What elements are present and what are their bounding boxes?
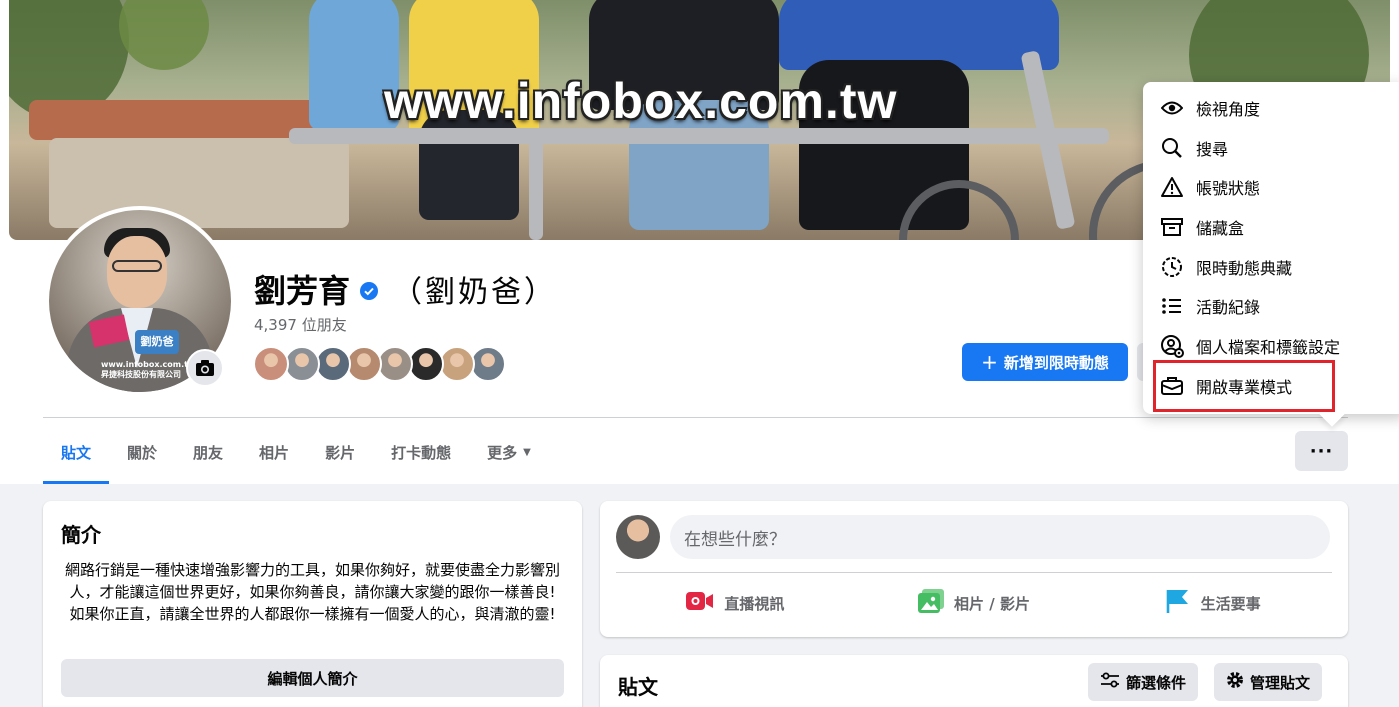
live-video-icon bbox=[686, 591, 714, 615]
filter-label: 篩選條件 bbox=[1126, 673, 1187, 692]
intro-bio: 網路行銷是一種快速增強影響力的工具，如果你夠好，就要使盡全力影響別人，才能讓這個… bbox=[64, 561, 560, 623]
briefcase-icon bbox=[1159, 373, 1185, 399]
header-divider bbox=[43, 417, 1348, 418]
friend-avatar[interactable] bbox=[346, 346, 382, 382]
menu-item-label: 儲藏盒 bbox=[1196, 218, 1245, 238]
composer-action-label: 生活要事 bbox=[1200, 594, 1261, 613]
tab-more[interactable]: 更多 ▼ bbox=[469, 420, 549, 484]
verified-badge-icon bbox=[360, 271, 379, 308]
menu-item-search[interactable]: 搜尋 bbox=[1143, 128, 1399, 168]
composer-action-label: 相片 / 影片 bbox=[954, 594, 1030, 613]
life-event-button[interactable]: 生活要事 bbox=[1093, 580, 1332, 626]
tab-label: 更多 bbox=[487, 443, 518, 462]
menu-item-story-archive[interactable]: 限時動態典藏 bbox=[1143, 247, 1399, 287]
photo-video-button[interactable]: 相片 / 影片 bbox=[855, 580, 1094, 626]
friend-avatar[interactable] bbox=[439, 346, 475, 382]
friend-avatars bbox=[253, 346, 506, 382]
flag-icon bbox=[1165, 588, 1191, 618]
menu-item-label: 開啟專業模式 bbox=[1196, 377, 1293, 397]
gear-icon bbox=[1226, 671, 1244, 693]
friend-avatar[interactable] bbox=[253, 346, 289, 382]
composer-input[interactable]: 在想些什麼？ bbox=[670, 515, 1330, 559]
add-story-button[interactable]: + 新增到限時動態 bbox=[962, 343, 1128, 381]
edit-bio-button[interactable]: 編輯個人簡介 bbox=[61, 659, 564, 697]
manage-posts-button[interactable]: 管理貼文 bbox=[1214, 663, 1323, 701]
chevron-down-icon: ▼ bbox=[523, 446, 531, 458]
tab-label: 貼文 bbox=[61, 443, 92, 462]
tab-checkins[interactable]: 打卡動態 bbox=[373, 420, 469, 484]
friend-avatar[interactable] bbox=[408, 346, 444, 382]
menu-item-label: 帳號狀態 bbox=[1196, 179, 1261, 199]
camera-icon[interactable] bbox=[186, 349, 224, 387]
warning-icon bbox=[1159, 174, 1185, 200]
menu-item-view-as[interactable]: 檢視角度 bbox=[1143, 88, 1399, 128]
tab-label: 朋友 bbox=[193, 443, 224, 462]
profile-alt-name: （劉奶爸） bbox=[392, 276, 558, 309]
tab-label: 相片 bbox=[259, 443, 290, 462]
menu-item-label: 個人檔案和標籤設定 bbox=[1196, 337, 1341, 357]
clock-icon bbox=[1159, 254, 1185, 280]
tab-label: 打卡動態 bbox=[391, 443, 452, 462]
avatar-badge-text: 劉奶爸 bbox=[135, 330, 179, 354]
posts-header-card: 貼文 篩選條件 管理貼文 bbox=[600, 655, 1348, 707]
profile-name: 劉芳育 bbox=[254, 273, 351, 309]
friend-avatar[interactable] bbox=[315, 346, 351, 382]
friend-avatar[interactable] bbox=[377, 346, 413, 382]
cover-watermark: www.infobox.com.tw bbox=[384, 73, 898, 129]
menu-item-label: 活動紀錄 bbox=[1196, 298, 1261, 318]
profile-name-line: 劉芳育 （劉奶爸） bbox=[254, 266, 557, 312]
filter-button[interactable]: 篩選條件 bbox=[1088, 663, 1199, 701]
menu-item-professional-mode[interactable]: 開啟專業模式 bbox=[1143, 366, 1399, 406]
composer-action-label: 直播視訊 bbox=[724, 594, 785, 613]
avatar-caption-company: 昇捷科技股份有限公司 bbox=[101, 370, 181, 379]
tab-photos[interactable]: 相片 bbox=[241, 420, 307, 484]
photo-icon bbox=[918, 589, 945, 617]
profile-tabs: 貼文 關於 朋友 相片 影片 打卡動態 更多 ▼ bbox=[43, 420, 549, 484]
avatar-caption-url: www.infobox.com.tw bbox=[101, 360, 196, 369]
menu-item-archive[interactable]: 儲藏盒 bbox=[1143, 207, 1399, 247]
eye-icon bbox=[1159, 95, 1185, 121]
menu-item-label: 檢視角度 bbox=[1196, 99, 1261, 119]
friend-count[interactable]: 4,397 位朋友 bbox=[254, 314, 347, 335]
menu-item-label: 搜尋 bbox=[1196, 139, 1229, 159]
menu-item-profile-tag-settings[interactable]: 個人檔案和標籤設定 bbox=[1143, 326, 1399, 366]
add-story-label: 新增到限時動態 bbox=[1003, 353, 1109, 372]
profile-options-menu: 檢視角度 搜尋 帳號狀態 儲藏盒 限時動態典藏 活動紀錄 個人檔案和標籤設定 開… bbox=[1143, 82, 1399, 414]
tab-posts[interactable]: 貼文 bbox=[43, 420, 110, 484]
composer-avatar[interactable] bbox=[616, 515, 660, 559]
posts-title: 貼文 bbox=[618, 675, 658, 699]
archive-icon bbox=[1159, 214, 1185, 240]
friend-avatar[interactable] bbox=[284, 346, 320, 382]
tab-about[interactable]: 關於 bbox=[109, 420, 175, 484]
composer-divider bbox=[616, 572, 1332, 573]
profile-settings-icon bbox=[1159, 333, 1185, 359]
tab-videos[interactable]: 影片 bbox=[307, 420, 373, 484]
menu-item-activity-log[interactable]: 活動紀錄 bbox=[1143, 286, 1399, 326]
menu-item-account-status[interactable]: 帳號狀態 bbox=[1143, 167, 1399, 207]
friend-avatar[interactable] bbox=[470, 346, 506, 382]
tab-friends[interactable]: 朋友 bbox=[175, 420, 241, 484]
menu-item-label: 限時動態典藏 bbox=[1196, 258, 1293, 278]
plus-icon: + bbox=[981, 350, 998, 374]
search-icon bbox=[1159, 135, 1185, 161]
composer-actions: 直播視訊 相片 / 影片 生活要事 bbox=[616, 580, 1332, 626]
tab-label: 影片 bbox=[325, 443, 356, 462]
more-options-button[interactable]: ··· bbox=[1295, 431, 1348, 471]
list-icon bbox=[1159, 293, 1185, 319]
filter-icon bbox=[1100, 672, 1120, 692]
post-composer: 在想些什麼？ 直播視訊 相片 / 影片 生活要事 bbox=[600, 501, 1348, 637]
tab-label: 關於 bbox=[127, 443, 158, 462]
live-video-button[interactable]: 直播視訊 bbox=[616, 580, 855, 626]
manage-label: 管理貼文 bbox=[1250, 673, 1311, 692]
intro-title: 簡介 bbox=[61, 523, 101, 547]
intro-card: 簡介 網路行銷是一種快速增強影響力的工具，如果你夠好，就要使盡全力影響別人，才能… bbox=[43, 501, 582, 707]
